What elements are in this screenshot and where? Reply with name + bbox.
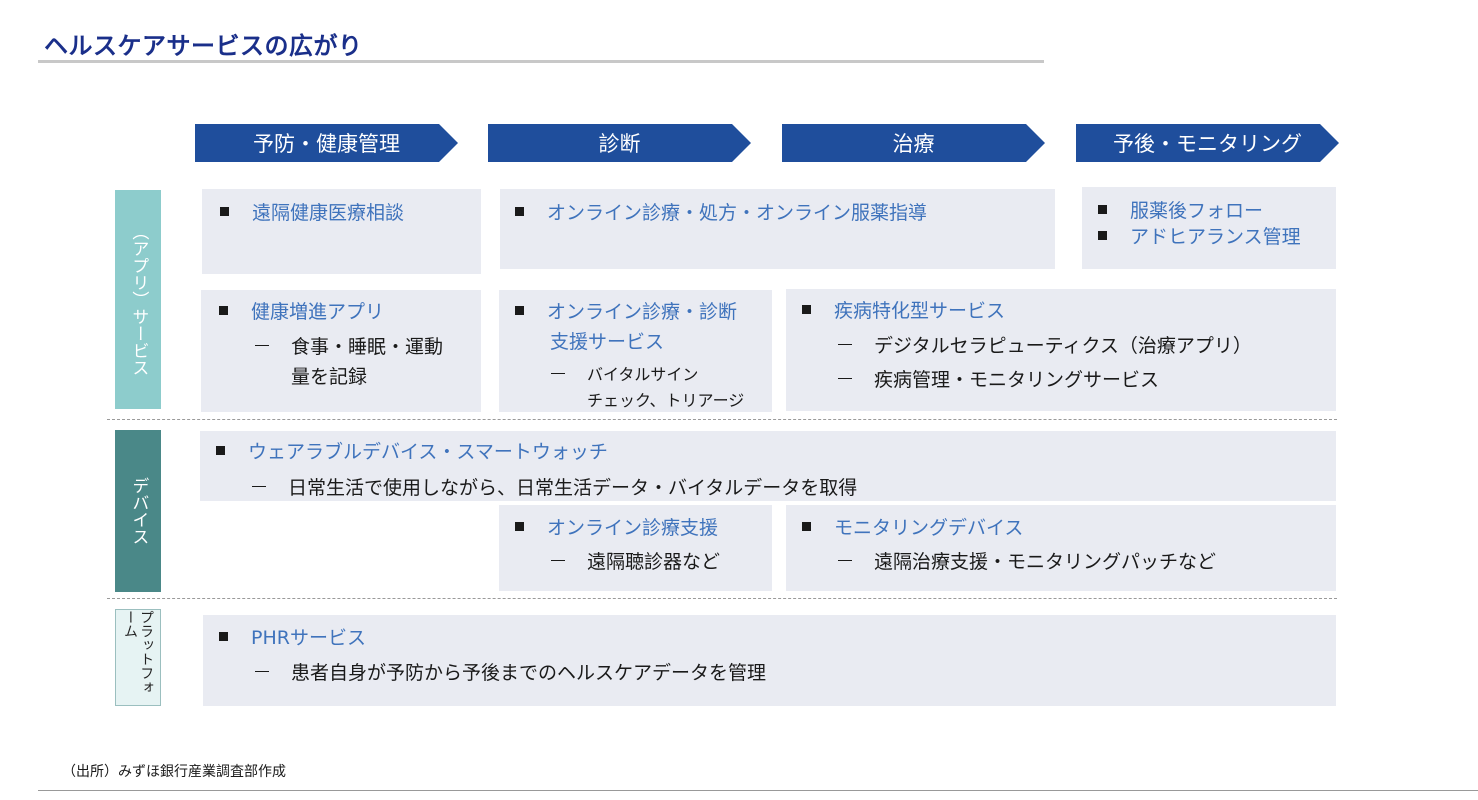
- item-phr: PHRサービス: [219, 625, 366, 651]
- sub-vital-sign: バイタルサイン: [551, 362, 698, 388]
- phase-treatment: 治療: [782, 124, 1045, 162]
- sub-phr: 患者自身が予防から予後までのヘルスケアデータを管理: [255, 658, 766, 688]
- sub-health-app-cont: 量を記録: [291, 366, 368, 388]
- item-wearable: ウェアラブルデバイス・スマートウォッチ: [216, 439, 608, 465]
- box-wearable: ウェアラブルデバイス・スマートウォッチ 日常生活で使用しながら、日常生活データ・…: [200, 431, 1336, 501]
- item-disease-specific: 疾病特化型サービス: [802, 298, 1005, 324]
- box-online-prescription: オンライン診療・処方・オンライン服薬指導: [500, 189, 1055, 269]
- dash-icon: [255, 671, 269, 672]
- category-device: デバイス: [115, 430, 161, 592]
- sub-wearable: 日常生活で使用しながら、日常生活データ・バイタルデータを取得: [252, 473, 857, 503]
- box-online-diagnosis-support: オンライン診療・診断 支援サービス バイタルサイン チェック、トリアージ: [499, 290, 772, 412]
- category-platform-label: プラットフォーム: [122, 610, 155, 694]
- item-health-app: 健康増進アプリ: [219, 299, 384, 325]
- box-remote-consultation: 遠隔健康医療相談: [202, 189, 481, 274]
- dash-icon: [838, 560, 852, 561]
- dash-icon: [838, 344, 852, 345]
- item-online-diagnosis-support-cont: 支援サービス: [550, 331, 665, 353]
- box-online-device: オンライン診療支援 遠隔聴診器など: [499, 505, 772, 591]
- category-app-service-label: （アプリ）サービス: [128, 223, 149, 376]
- dash-icon: [838, 378, 852, 379]
- bullet-icon: [515, 207, 524, 216]
- item-online-prescription: オンライン診療・処方・オンライン服薬指導: [515, 200, 927, 226]
- source-note: （出所）みずほ銀行産業調査部作成: [62, 764, 286, 780]
- sub-digital-therapeutics: デジタルセラピューティクス（治療アプリ）: [838, 331, 1252, 361]
- bullet-icon: [802, 305, 811, 314]
- page-title: ヘルスケアサービスの広がり: [44, 32, 363, 60]
- bullet-icon: [219, 632, 228, 641]
- phase-prevention: 予防・健康管理: [195, 124, 458, 162]
- dash-icon: [252, 486, 266, 487]
- item-adherence-management: アドヒアランス管理: [1098, 224, 1301, 250]
- bullet-icon: [802, 522, 811, 531]
- item-post-medication-follow: 服薬後フォロー: [1098, 198, 1263, 224]
- section-divider: [107, 598, 1337, 599]
- box-health-app: 健康増進アプリ 食事・睡眠・運動 量を記録: [201, 290, 481, 412]
- bullet-icon: [515, 306, 524, 315]
- sub-monitoring-device: 遠隔治療支援・モニタリングパッチなど: [838, 547, 1216, 577]
- section-divider: [107, 419, 1337, 420]
- sub-disease-management: 疾病管理・モニタリングサービス: [838, 365, 1159, 395]
- box-post-medication: 服薬後フォロー アドヒアランス管理: [1082, 187, 1336, 269]
- sub-online-device: 遠隔聴診器など: [551, 547, 720, 577]
- dash-icon: [255, 345, 269, 346]
- phase-prognosis: 予後・モニタリング: [1076, 124, 1339, 162]
- category-app-service: （アプリ）サービス: [115, 190, 161, 409]
- item-online-diagnosis-support: オンライン診療・診断: [515, 299, 737, 325]
- phase-diagnosis: 診断: [488, 124, 751, 162]
- item-online-device: オンライン診療支援: [515, 515, 718, 541]
- bullet-icon: [1098, 231, 1107, 240]
- box-phr: PHRサービス 患者自身が予防から予後までのヘルスケアデータを管理: [203, 615, 1336, 706]
- item-monitoring-device: モニタリングデバイス: [802, 515, 1023, 541]
- box-monitoring-device: モニタリングデバイス 遠隔治療支援・モニタリングパッチなど: [786, 505, 1336, 591]
- bullet-icon: [216, 446, 225, 455]
- category-device-label: デバイス: [128, 477, 149, 545]
- bullet-icon: [219, 306, 228, 315]
- item-remote-consultation: 遠隔健康医療相談: [220, 200, 404, 226]
- bullet-icon: [1098, 205, 1107, 214]
- dash-icon: [551, 373, 565, 374]
- bullet-icon: [220, 207, 229, 216]
- category-platform: プラットフォーム: [115, 609, 161, 706]
- bottom-rule: [38, 790, 1478, 791]
- sub-vital-sign-cont: チェック、トリアージ: [587, 391, 745, 410]
- dash-icon: [551, 560, 565, 561]
- bullet-icon: [515, 522, 524, 531]
- title-underline: [38, 60, 1044, 63]
- box-disease-specific: 疾病特化型サービス デジタルセラピューティクス（治療アプリ） 疾病管理・モニタリ…: [786, 289, 1336, 411]
- sub-health-app: 食事・睡眠・運動: [255, 332, 443, 362]
